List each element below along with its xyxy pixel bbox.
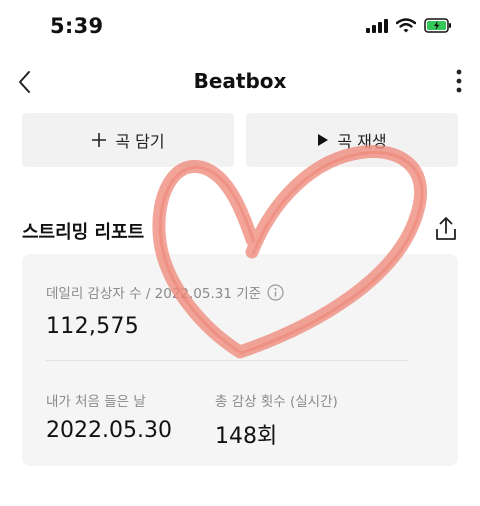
streaming-report-card: 데일리 감상자 수 / 2022.05.31 기준 112,575 내가 처음 …: [22, 254, 458, 466]
wifi-icon: [396, 18, 416, 33]
first-listen-label: 내가 처음 들은 날: [46, 394, 146, 410]
daily-listeners-label-row: 데일리 감상자 수 / 2022.05.31 기준: [46, 282, 284, 302]
status-icons: [366, 18, 452, 33]
daily-listeners-value: 112,575: [46, 314, 140, 339]
more-vertical-icon[interactable]: [454, 66, 464, 96]
section-title: 스트리밍 리포트: [22, 222, 145, 243]
navbar: Beatbox: [0, 56, 480, 106]
info-icon[interactable]: [267, 283, 284, 301]
add-song-label: 곡 담기: [115, 132, 165, 151]
page-title: Beatbox: [193, 69, 287, 93]
total-plays-value: 148회: [215, 424, 278, 449]
share-icon[interactable]: [434, 216, 458, 242]
play-song-button[interactable]: 곡 재생: [246, 113, 458, 167]
cellular-signal-icon: [366, 18, 388, 33]
status-bar: 5:39: [0, 0, 480, 56]
plus-icon: [92, 133, 107, 147]
daily-listeners-label: 데일리 감상자 수 / 2022.05.31 기준: [46, 286, 262, 302]
play-song-label: 곡 재생: [337, 132, 387, 151]
first-listen-value: 2022.05.30: [46, 418, 172, 443]
status-time: 5:39: [50, 14, 104, 38]
battery-charging-icon: [424, 18, 451, 33]
divider: [46, 360, 408, 361]
total-plays-label: 총 감상 횟수 (실시간): [215, 394, 338, 410]
play-icon: [318, 134, 329, 146]
add-song-button[interactable]: 곡 담기: [22, 113, 234, 167]
